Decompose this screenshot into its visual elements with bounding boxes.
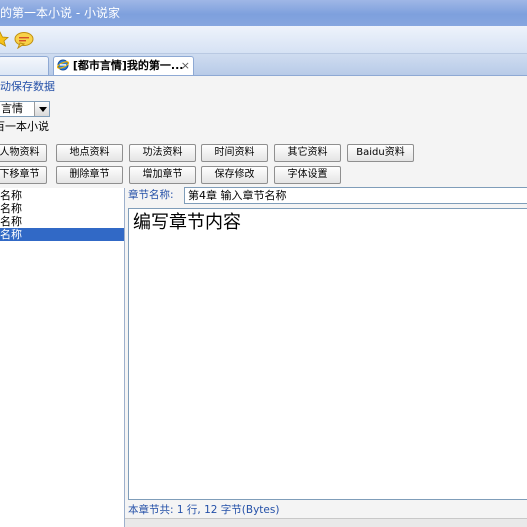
chapter-content-editor[interactable]: 编写章节内容	[128, 208, 527, 500]
other-data-button[interactable]: 其它资料	[274, 144, 341, 162]
comment-icon[interactable]	[14, 31, 34, 50]
baidu-data-button[interactable]: Baidu资料	[347, 144, 414, 162]
chapter-name-label: 章节名称:	[128, 189, 174, 201]
add-chapter-button[interactable]: 增加章节	[129, 166, 196, 184]
title-bar: 的第一本小说 - 小说家	[0, 0, 527, 26]
tab-novel[interactable]: [都市言情]我的第一... ×	[53, 56, 194, 75]
star-icon[interactable]	[0, 31, 10, 47]
move-chapter-down-button[interactable]: 下移章节	[0, 166, 47, 184]
save-changes-button[interactable]: 保存修改	[201, 166, 268, 184]
tab-close-button[interactable]: ×	[181, 57, 190, 75]
chapter-list-item[interactable]: 名称	[0, 189, 124, 202]
tab-blank[interactable]	[0, 56, 49, 75]
toolbar	[0, 26, 527, 54]
skill-data-button[interactable]: 功法资料	[129, 144, 196, 162]
chevron-down-icon[interactable]	[34, 102, 49, 116]
chapter-list[interactable]: 名称 名称 名称 名称	[0, 188, 125, 527]
time-data-button[interactable]: 时间资料	[201, 144, 268, 162]
chapter-name-input[interactable]: 第4章 输入章节名称	[184, 187, 527, 204]
tab-strip: [都市言情]我的第一... ×	[0, 54, 527, 76]
tab-novel-label: [都市言情]我的第一...	[72, 59, 184, 72]
chapter-list-item[interactable]: 名称	[0, 202, 124, 215]
window-title: 的第一本小说 - 小说家	[0, 6, 120, 20]
chapter-list-item[interactable]: 名称	[0, 215, 124, 228]
chapter-content-text: 编写章节内容	[133, 212, 241, 233]
font-settings-button[interactable]: 字体设置	[274, 166, 341, 184]
status-text: 本章节共: 1 行, 12 字节(Bytes)	[128, 504, 280, 516]
novel-title: 百一本小说	[0, 120, 49, 133]
ie-page-icon	[56, 59, 70, 71]
location-data-button[interactable]: 地点资料	[56, 144, 123, 162]
bottom-divider	[125, 518, 527, 527]
autosave-checkbox-label[interactable]: 动保存数据	[0, 80, 55, 94]
delete-chapter-button[interactable]: 删除章节	[56, 166, 123, 184]
category-select[interactable]: 言情	[0, 101, 50, 117]
chapter-list-item-selected[interactable]: 名称	[0, 228, 124, 241]
person-data-button[interactable]: 人物资料	[0, 144, 47, 162]
category-value: 言情	[1, 102, 23, 115]
